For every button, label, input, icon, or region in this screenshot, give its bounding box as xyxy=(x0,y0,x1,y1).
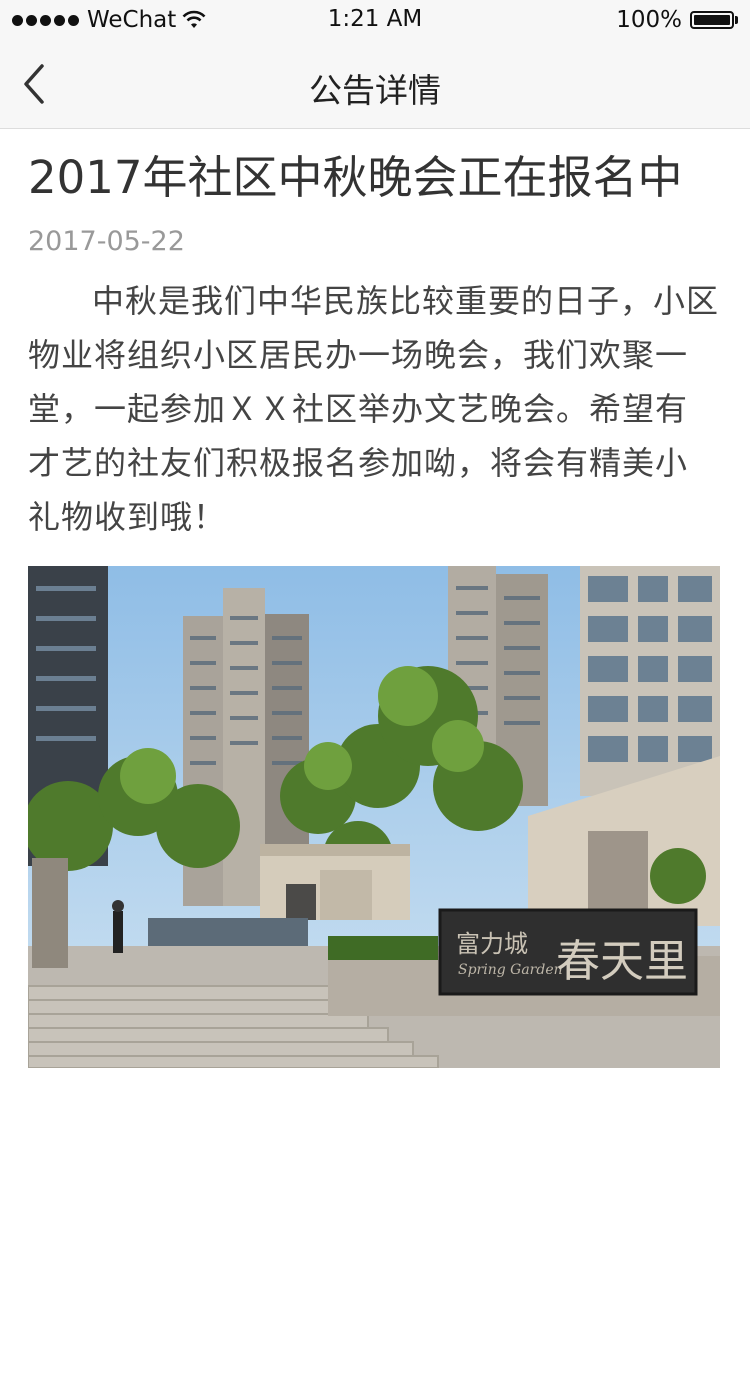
battery-tip xyxy=(735,16,738,24)
sign-text-1: 富力城 xyxy=(456,930,528,958)
article-photo[interactable]: 富力城 Spring Garden 春天里 xyxy=(28,566,720,1068)
battery-level-fill xyxy=(694,15,730,25)
status-bar: WeChat 1:21 AM 100% xyxy=(0,0,750,40)
nav-title: 公告详情 xyxy=(309,71,441,110)
status-right: 100% xyxy=(616,6,738,34)
sign-text-2: 春天里 xyxy=(556,936,688,987)
battery-icon xyxy=(690,11,734,29)
sign-text-en: Spring Garden xyxy=(458,962,563,978)
battery-percent: 100% xyxy=(616,7,682,33)
article: 2017年社区中秋晚会正在报名中 2017-05-22 中秋是我们中华民族比较重… xyxy=(28,128,720,1068)
article-date: 2017-05-22 xyxy=(28,226,185,257)
navigation-bar: 公告详情 xyxy=(0,40,750,129)
article-title: 2017年社区中秋晚会正在报名中 xyxy=(28,151,683,204)
article-body: 中秋是我们中华民族比较重要的日子，小区物业将组织小区居民办一场晚会，我们欢聚一堂… xyxy=(28,282,720,536)
